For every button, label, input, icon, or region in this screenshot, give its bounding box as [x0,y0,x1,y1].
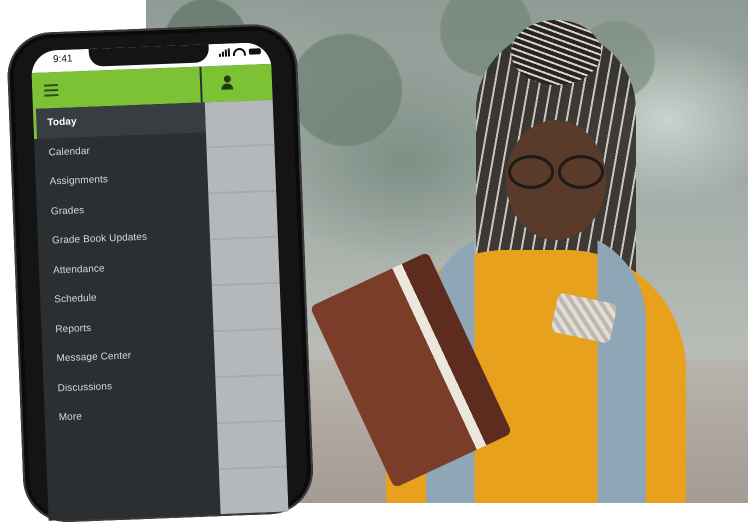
obscured-content-area [204,99,289,515]
signal-icon [218,48,231,57]
hamburger-menu-icon[interactable] [43,84,59,100]
status-time: 9:41 [52,53,73,66]
navigation-drawer: Today Calendar Assignments Grades Grade … [32,102,221,521]
user-icon[interactable] [220,75,235,92]
phone-screen: 9:41 Today Calendar Assignments Grades G… [30,41,289,521]
phone-notch [88,44,210,67]
student-glasses [508,155,604,189]
student-hair-bun [511,20,601,85]
app-bar-divider [199,66,203,103]
battery-icon [248,48,261,55]
phone-mockup: 9:41 Today Calendar Assignments Grades G… [6,22,315,524]
status-icons [218,47,261,57]
nav-item-more[interactable]: More [44,397,217,433]
wifi-icon [232,47,247,57]
